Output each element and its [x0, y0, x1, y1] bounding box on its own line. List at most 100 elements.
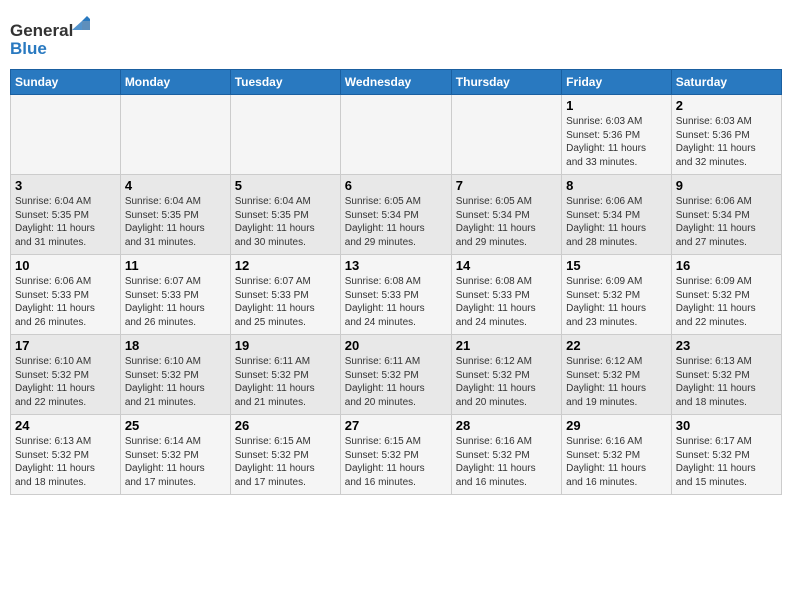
calendar-week-row: 17 Sunrise: 6:10 AM Sunset: 5:32 PM Dayli…	[11, 335, 782, 415]
calendar-cell: 6 Sunrise: 6:05 AM Sunset: 5:34 PM Daylig…	[340, 175, 451, 255]
day-info: Sunrise: 6:07 AM Sunset: 5:33 PM Dayligh…	[125, 275, 226, 329]
svg-text:Blue: Blue	[10, 39, 47, 58]
day-number: 3	[15, 178, 116, 193]
day-number: 24	[15, 418, 116, 433]
day-info: Sunrise: 6:15 AM Sunset: 5:32 PM Dayligh…	[345, 435, 447, 489]
day-number: 9	[676, 178, 777, 193]
calendar-week-row: 24 Sunrise: 6:13 AM Sunset: 5:32 PM Dayli…	[11, 415, 782, 495]
calendar-cell: 29 Sunrise: 6:16 AM Sunset: 5:32 PM Dayli…	[562, 415, 672, 495]
calendar-cell: 21 Sunrise: 6:12 AM Sunset: 5:32 PM Dayli…	[451, 335, 561, 415]
calendar-cell	[230, 95, 340, 175]
day-number: 26	[235, 418, 336, 433]
day-info: Sunrise: 6:09 AM Sunset: 5:32 PM Dayligh…	[676, 275, 777, 329]
day-number: 23	[676, 338, 777, 353]
calendar-cell: 18 Sunrise: 6:10 AM Sunset: 5:32 PM Dayli…	[120, 335, 230, 415]
day-number: 21	[456, 338, 557, 353]
day-info: Sunrise: 6:17 AM Sunset: 5:32 PM Dayligh…	[676, 435, 777, 489]
day-number: 14	[456, 258, 557, 273]
day-number: 5	[235, 178, 336, 193]
day-number: 17	[15, 338, 116, 353]
calendar-cell: 9Sunrise: 6:06 AM Sunset: 5:34 PM Daylig…	[671, 175, 781, 255]
day-number: 18	[125, 338, 226, 353]
day-info: Sunrise: 6:03 AM Sunset: 5:36 PM Dayligh…	[566, 115, 667, 169]
calendar-cell: 19 Sunrise: 6:11 AM Sunset: 5:32 PM Dayli…	[230, 335, 340, 415]
day-number: 15	[566, 258, 667, 273]
day-info: Sunrise: 6:04 AM Sunset: 5:35 PM Dayligh…	[125, 195, 226, 249]
day-info: Sunrise: 6:10 AM Sunset: 5:32 PM Dayligh…	[125, 355, 226, 409]
day-info: Sunrise: 6:12 AM Sunset: 5:32 PM Dayligh…	[456, 355, 557, 409]
day-info: Sunrise: 6:13 AM Sunset: 5:32 PM Dayligh…	[15, 435, 116, 489]
day-number: 7	[456, 178, 557, 193]
calendar-cell: 17 Sunrise: 6:10 AM Sunset: 5:32 PM Dayli…	[11, 335, 121, 415]
day-info: Sunrise: 6:04 AM Sunset: 5:35 PM Dayligh…	[15, 195, 116, 249]
calendar-cell: 23 Sunrise: 6:13 AM Sunset: 5:32 PM Dayli…	[671, 335, 781, 415]
day-number: 11	[125, 258, 226, 273]
day-number: 19	[235, 338, 336, 353]
day-number: 1	[566, 98, 667, 113]
calendar-cell: 16Sunrise: 6:09 AM Sunset: 5:32 PM Dayli…	[671, 255, 781, 335]
calendar-cell: 26 Sunrise: 6:15 AM Sunset: 5:32 PM Dayli…	[230, 415, 340, 495]
day-number: 4	[125, 178, 226, 193]
calendar-week-row: 10 Sunrise: 6:06 AM Sunset: 5:33 PM Dayli…	[11, 255, 782, 335]
calendar-cell: 24 Sunrise: 6:13 AM Sunset: 5:32 PM Dayli…	[11, 415, 121, 495]
day-info: Sunrise: 6:15 AM Sunset: 5:32 PM Dayligh…	[235, 435, 336, 489]
calendar-cell	[11, 95, 121, 175]
day-number: 29	[566, 418, 667, 433]
day-info: Sunrise: 6:05 AM Sunset: 5:34 PM Dayligh…	[456, 195, 557, 249]
calendar-cell: 1 Sunrise: 6:03 AM Sunset: 5:36 PM Daylig…	[562, 95, 672, 175]
day-number: 20	[345, 338, 447, 353]
day-info: Sunrise: 6:06 AM Sunset: 5:33 PM Dayligh…	[15, 275, 116, 329]
day-info: Sunrise: 6:11 AM Sunset: 5:32 PM Dayligh…	[235, 355, 336, 409]
calendar-cell: 25 Sunrise: 6:14 AM Sunset: 5:32 PM Dayli…	[120, 415, 230, 495]
logo-svg: General Blue	[10, 16, 90, 61]
calendar-cell: 3 Sunrise: 6:04 AM Sunset: 5:35 PM Daylig…	[11, 175, 121, 255]
calendar-cell: 5 Sunrise: 6:04 AM Sunset: 5:35 PM Daylig…	[230, 175, 340, 255]
header-row: SundayMondayTuesdayWednesdayThursdayFrid…	[11, 70, 782, 95]
weekday-header: Friday	[562, 70, 672, 95]
calendar-cell: 27 Sunrise: 6:15 AM Sunset: 5:32 PM Dayli…	[340, 415, 451, 495]
day-number: 12	[235, 258, 336, 273]
day-info: Sunrise: 6:14 AM Sunset: 5:32 PM Dayligh…	[125, 435, 226, 489]
day-number: 13	[345, 258, 447, 273]
calendar-cell: 20 Sunrise: 6:11 AM Sunset: 5:32 PM Dayli…	[340, 335, 451, 415]
calendar-cell: 8Sunrise: 6:06 AM Sunset: 5:34 PM Daylig…	[562, 175, 672, 255]
calendar-cell	[451, 95, 561, 175]
weekday-header: Tuesday	[230, 70, 340, 95]
day-info: Sunrise: 6:08 AM Sunset: 5:33 PM Dayligh…	[345, 275, 447, 329]
day-info: Sunrise: 6:10 AM Sunset: 5:32 PM Dayligh…	[15, 355, 116, 409]
day-info: Sunrise: 6:16 AM Sunset: 5:32 PM Dayligh…	[566, 435, 667, 489]
svg-text:General: General	[10, 21, 73, 40]
day-info: Sunrise: 6:07 AM Sunset: 5:33 PM Dayligh…	[235, 275, 336, 329]
calendar-cell: 4 Sunrise: 6:04 AM Sunset: 5:35 PM Daylig…	[120, 175, 230, 255]
day-number: 6	[345, 178, 447, 193]
calendar-cell	[340, 95, 451, 175]
day-info: Sunrise: 6:11 AM Sunset: 5:32 PM Dayligh…	[345, 355, 447, 409]
calendar-cell: 14Sunrise: 6:08 AM Sunset: 5:33 PM Dayli…	[451, 255, 561, 335]
calendar-cell: 12 Sunrise: 6:07 AM Sunset: 5:33 PM Dayli…	[230, 255, 340, 335]
calendar-cell: 10 Sunrise: 6:06 AM Sunset: 5:33 PM Dayli…	[11, 255, 121, 335]
calendar-cell: 7 Sunrise: 6:05 AM Sunset: 5:34 PM Daylig…	[451, 175, 561, 255]
day-info: Sunrise: 6:05 AM Sunset: 5:34 PM Dayligh…	[345, 195, 447, 249]
calendar-cell: 22 Sunrise: 6:12 AM Sunset: 5:32 PM Dayli…	[562, 335, 672, 415]
calendar-cell: 15 Sunrise: 6:09 AM Sunset: 5:32 PM Dayli…	[562, 255, 672, 335]
day-info: Sunrise: 6:12 AM Sunset: 5:32 PM Dayligh…	[566, 355, 667, 409]
calendar-cell	[120, 95, 230, 175]
day-info: Sunrise: 6:16 AM Sunset: 5:32 PM Dayligh…	[456, 435, 557, 489]
day-number: 22	[566, 338, 667, 353]
weekday-header: Thursday	[451, 70, 561, 95]
day-info: Sunrise: 6:13 AM Sunset: 5:32 PM Dayligh…	[676, 355, 777, 409]
calendar-table: SundayMondayTuesdayWednesdayThursdayFrid…	[10, 69, 782, 495]
day-number: 27	[345, 418, 447, 433]
calendar-cell: 28Sunrise: 6:16 AM Sunset: 5:32 PM Dayli…	[451, 415, 561, 495]
day-number: 10	[15, 258, 116, 273]
day-info: Sunrise: 6:04 AM Sunset: 5:35 PM Dayligh…	[235, 195, 336, 249]
calendar-week-row: 1 Sunrise: 6:03 AM Sunset: 5:36 PM Daylig…	[11, 95, 782, 175]
day-number: 2	[676, 98, 777, 113]
day-info: Sunrise: 6:09 AM Sunset: 5:32 PM Dayligh…	[566, 275, 667, 329]
weekday-header: Sunday	[11, 70, 121, 95]
weekday-header: Monday	[120, 70, 230, 95]
day-number: 8	[566, 178, 667, 193]
logo: General Blue	[10, 16, 90, 61]
calendar-cell: 30Sunrise: 6:17 AM Sunset: 5:32 PM Dayli…	[671, 415, 781, 495]
day-number: 25	[125, 418, 226, 433]
